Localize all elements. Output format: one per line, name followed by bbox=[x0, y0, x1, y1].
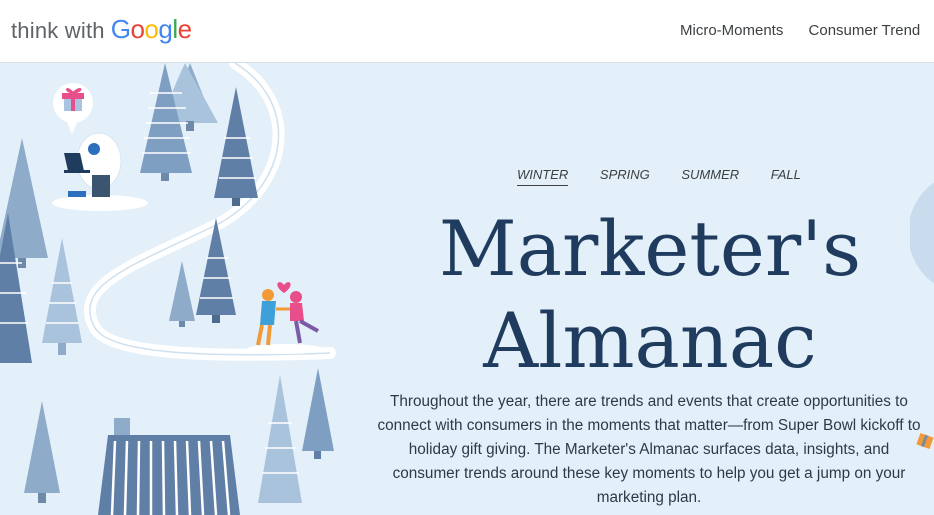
skating-couple bbox=[247, 282, 323, 354]
heart-icon bbox=[277, 282, 291, 293]
logo-letter: e bbox=[177, 14, 192, 44]
pine-tree-icon bbox=[169, 261, 195, 327]
pine-tree-icon bbox=[42, 238, 82, 355]
tab-winter[interactable]: WINTER bbox=[517, 167, 569, 186]
page-title: Marketer's Almanac bbox=[380, 203, 920, 387]
title-line-2: Almanac bbox=[483, 296, 817, 385]
think-with-google-logo[interactable]: think with Google bbox=[11, 14, 192, 48]
tab-spring[interactable]: SPRING bbox=[600, 167, 650, 185]
gift-icon bbox=[53, 83, 93, 135]
nav-link-micro-moments[interactable]: Micro-Moments bbox=[680, 22, 783, 39]
pine-tree-icon bbox=[214, 87, 258, 206]
season-tabs: WINTER SPRING SUMMER FALL bbox=[517, 167, 829, 186]
intro-description: Throughout the year, there are trends an… bbox=[377, 393, 921, 506]
top-navigation-bar: think with Google Micro-Moments Consumer… bbox=[0, 0, 934, 63]
hero-section: WINTER SPRING SUMMER FALL Marketer's Alm… bbox=[0, 63, 934, 515]
yeti-with-laptop bbox=[52, 132, 148, 211]
pine-tree-icon bbox=[24, 401, 60, 503]
nav-link-consumer-trends[interactable]: Consumer Trend bbox=[809, 22, 921, 39]
winter-illustration bbox=[0, 63, 336, 515]
google-wordmark: Google bbox=[111, 14, 192, 45]
tab-summer[interactable]: SUMMER bbox=[681, 167, 739, 185]
logo-letter: g bbox=[158, 14, 173, 44]
cabin bbox=[98, 418, 240, 515]
tab-fall[interactable]: FALL bbox=[771, 167, 801, 185]
logo-letter: o bbox=[144, 14, 159, 44]
pine-tree-icon bbox=[258, 375, 302, 503]
main-nav: Micro-Moments Consumer Trend bbox=[680, 22, 934, 39]
title-line-1: Marketer's bbox=[438, 204, 862, 293]
logo-letter: G bbox=[110, 14, 131, 44]
logo-letter: o bbox=[130, 14, 145, 44]
pine-tree-icon bbox=[302, 368, 334, 459]
logo-prefix: think with bbox=[11, 18, 105, 43]
